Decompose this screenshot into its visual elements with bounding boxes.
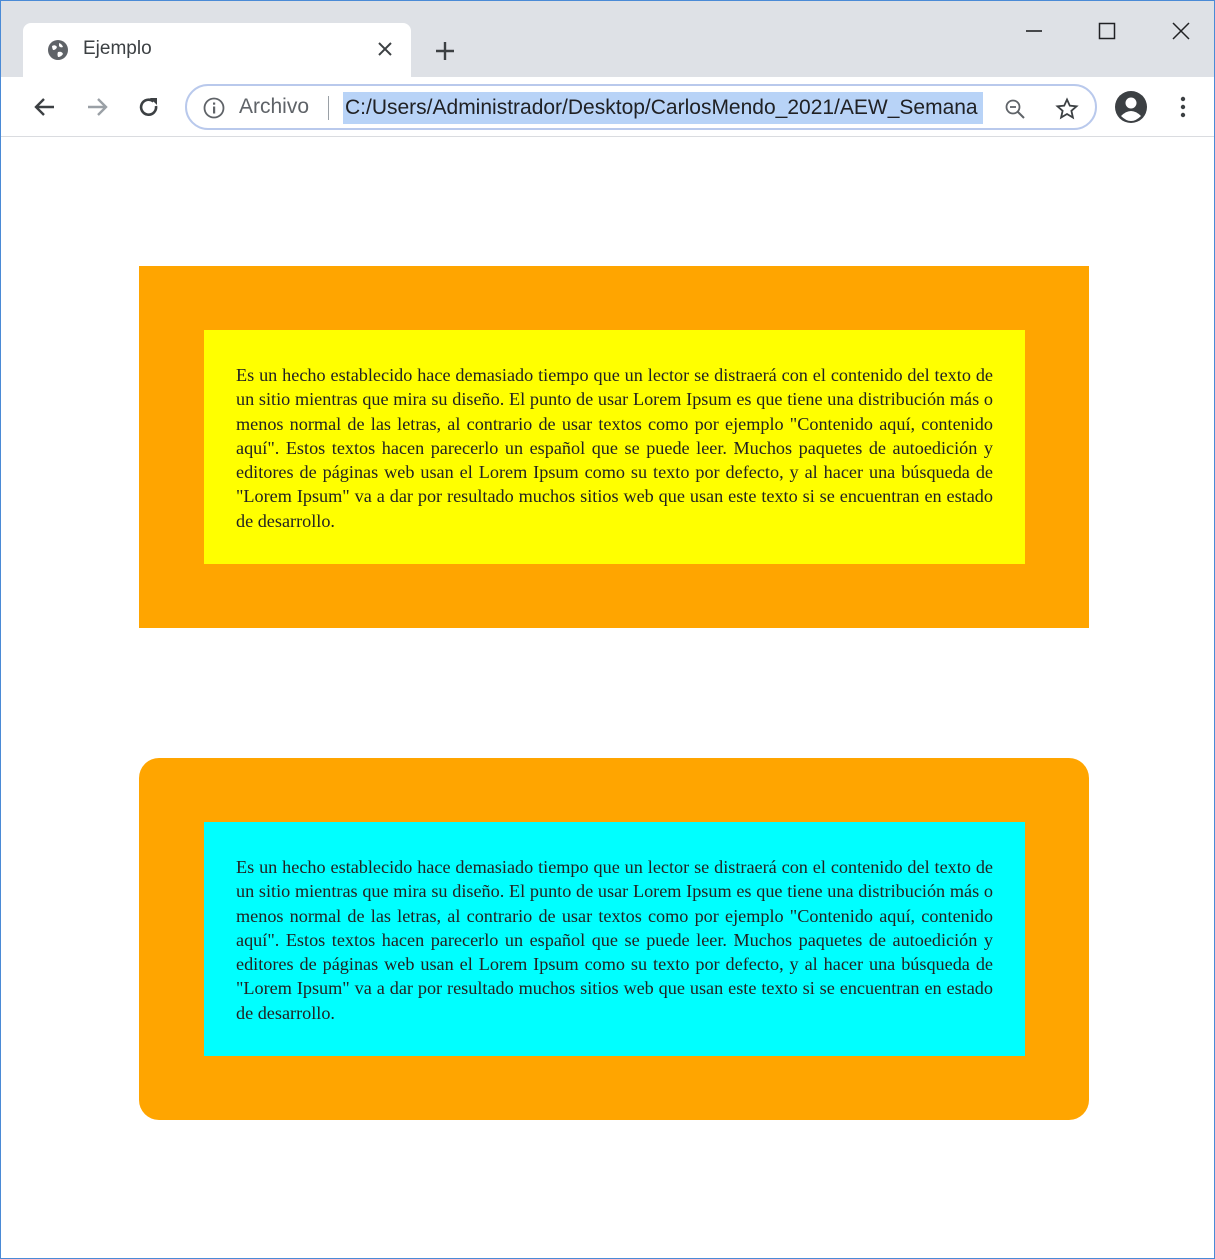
minimize-icon[interactable] [1011, 11, 1057, 51]
paragraph-text: Es un hecho establecido hace demasiado t… [236, 365, 993, 531]
browser-window: Ejemplo Archivo C:/Users/Administrador/D… [0, 0, 1215, 1259]
close-icon[interactable] [375, 39, 395, 59]
arrow-left-icon[interactable] [29, 91, 61, 123]
address-bar[interactable]: Archivo C:/Users/Administrador/Desktop/C… [185, 84, 1097, 130]
zoom-out-icon[interactable] [1001, 95, 1029, 123]
paragraph-text: Es un hecho establecido hace demasiado t… [236, 857, 993, 1023]
tab-ejemplo[interactable]: Ejemplo [23, 23, 411, 77]
cyan-text-box: Es un hecho establecido hace demasiado t… [204, 822, 1025, 1056]
account-icon[interactable] [1113, 89, 1149, 125]
yellow-text-box: Es un hecho establecido hace demasiado t… [204, 330, 1025, 564]
reload-icon[interactable] [133, 91, 165, 123]
close-icon[interactable] [1158, 11, 1204, 51]
url-text[interactable]: C:/Users/Administrador/Desktop/CarlosMen… [343, 92, 983, 124]
info-icon[interactable] [203, 97, 225, 119]
arrow-right-icon[interactable] [81, 91, 113, 123]
tab-title: Ejemplo [83, 38, 152, 59]
orange-box-rounded: Es un hecho establecido hace demasiado t… [139, 758, 1089, 1120]
maximize-icon[interactable] [1084, 11, 1130, 51]
tab-strip: Ejemplo [1, 1, 1214, 77]
kebab-menu-icon[interactable] [1167, 91, 1199, 123]
toolbar: Archivo C:/Users/Administrador/Desktop/C… [1, 77, 1214, 137]
orange-box-square: Es un hecho establecido hace demasiado t… [139, 266, 1089, 628]
plus-icon[interactable] [429, 35, 461, 67]
page-content: Es un hecho establecido hace demasiado t… [1, 138, 1214, 1258]
chip-separator [328, 96, 329, 120]
star-icon[interactable] [1053, 95, 1081, 123]
site-chip[interactable]: Archivo [239, 95, 309, 119]
globe-icon [47, 39, 69, 61]
